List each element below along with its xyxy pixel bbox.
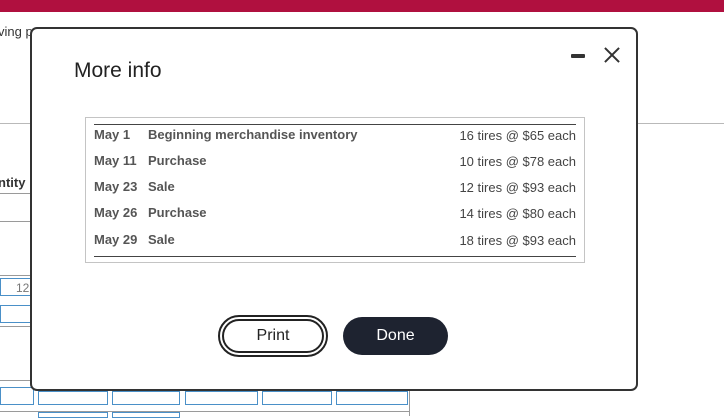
row-date: May 1 [94,127,131,142]
table-bottom-rule [94,256,576,257]
background-table-cell[interactable] [336,391,408,405]
background-table-line [0,221,32,222]
background-table-line [0,275,32,276]
print-button-label: Print [222,319,324,353]
background-table-cell[interactable] [0,387,34,405]
background-column-header: ntity [0,175,26,190]
top-accent-bar [0,0,724,12]
done-button[interactable]: Done [343,317,448,355]
table-row: May 29 Sale 18 tires @ $93 each [94,232,576,254]
row-description: Beginning merchandise inventory [148,127,358,142]
row-detail: 14 tires @ $80 each [459,206,576,221]
table-top-rule [94,124,576,125]
minimize-icon[interactable] [569,54,587,60]
background-table-line [0,326,32,327]
background-table-cell[interactable] [262,391,332,405]
more-info-dialog: More info May 1 Beginning merchandise in… [30,27,638,391]
dialog-title: More info [74,59,162,82]
background-table-line [0,380,32,381]
table-row: May 1 Beginning merchandise inventory 16… [94,127,576,149]
print-button[interactable]: Print [218,315,328,357]
table-row: May 11 Purchase 10 tires @ $78 each [94,153,576,175]
background-table-cell[interactable] [0,305,34,323]
row-date: May 23 [94,179,138,194]
row-description: Sale [148,232,175,247]
row-detail: 10 tires @ $78 each [459,154,576,169]
row-date: May 29 [94,232,138,247]
table-row: May 23 Sale 12 tires @ $93 each [94,179,576,201]
row-description: Sale [148,179,175,194]
background-instruction-text: ving p [0,24,33,39]
table-row: May 26 Purchase 14 tires @ $80 each [94,205,576,227]
background-table-cell[interactable] [185,391,258,405]
background-table-cell[interactable] [38,412,108,418]
row-description: Purchase [148,205,207,220]
background-cell-value: 12 [16,281,30,295]
background-table-line [409,391,410,416]
row-date: May 26 [94,205,138,220]
background-table-line [0,193,32,194]
close-icon[interactable] [601,44,623,66]
row-detail: 16 tires @ $65 each [459,128,576,143]
row-date: May 11 [94,153,137,168]
row-description: Purchase [148,153,207,168]
row-detail: 12 tires @ $93 each [459,180,576,195]
background-table-cell[interactable] [112,412,180,418]
inventory-info-table: May 1 Beginning merchandise inventory 16… [85,117,585,263]
row-detail: 18 tires @ $93 each [459,233,576,248]
background-table-cell[interactable] [38,391,108,405]
background-table-cell[interactable] [112,391,180,405]
